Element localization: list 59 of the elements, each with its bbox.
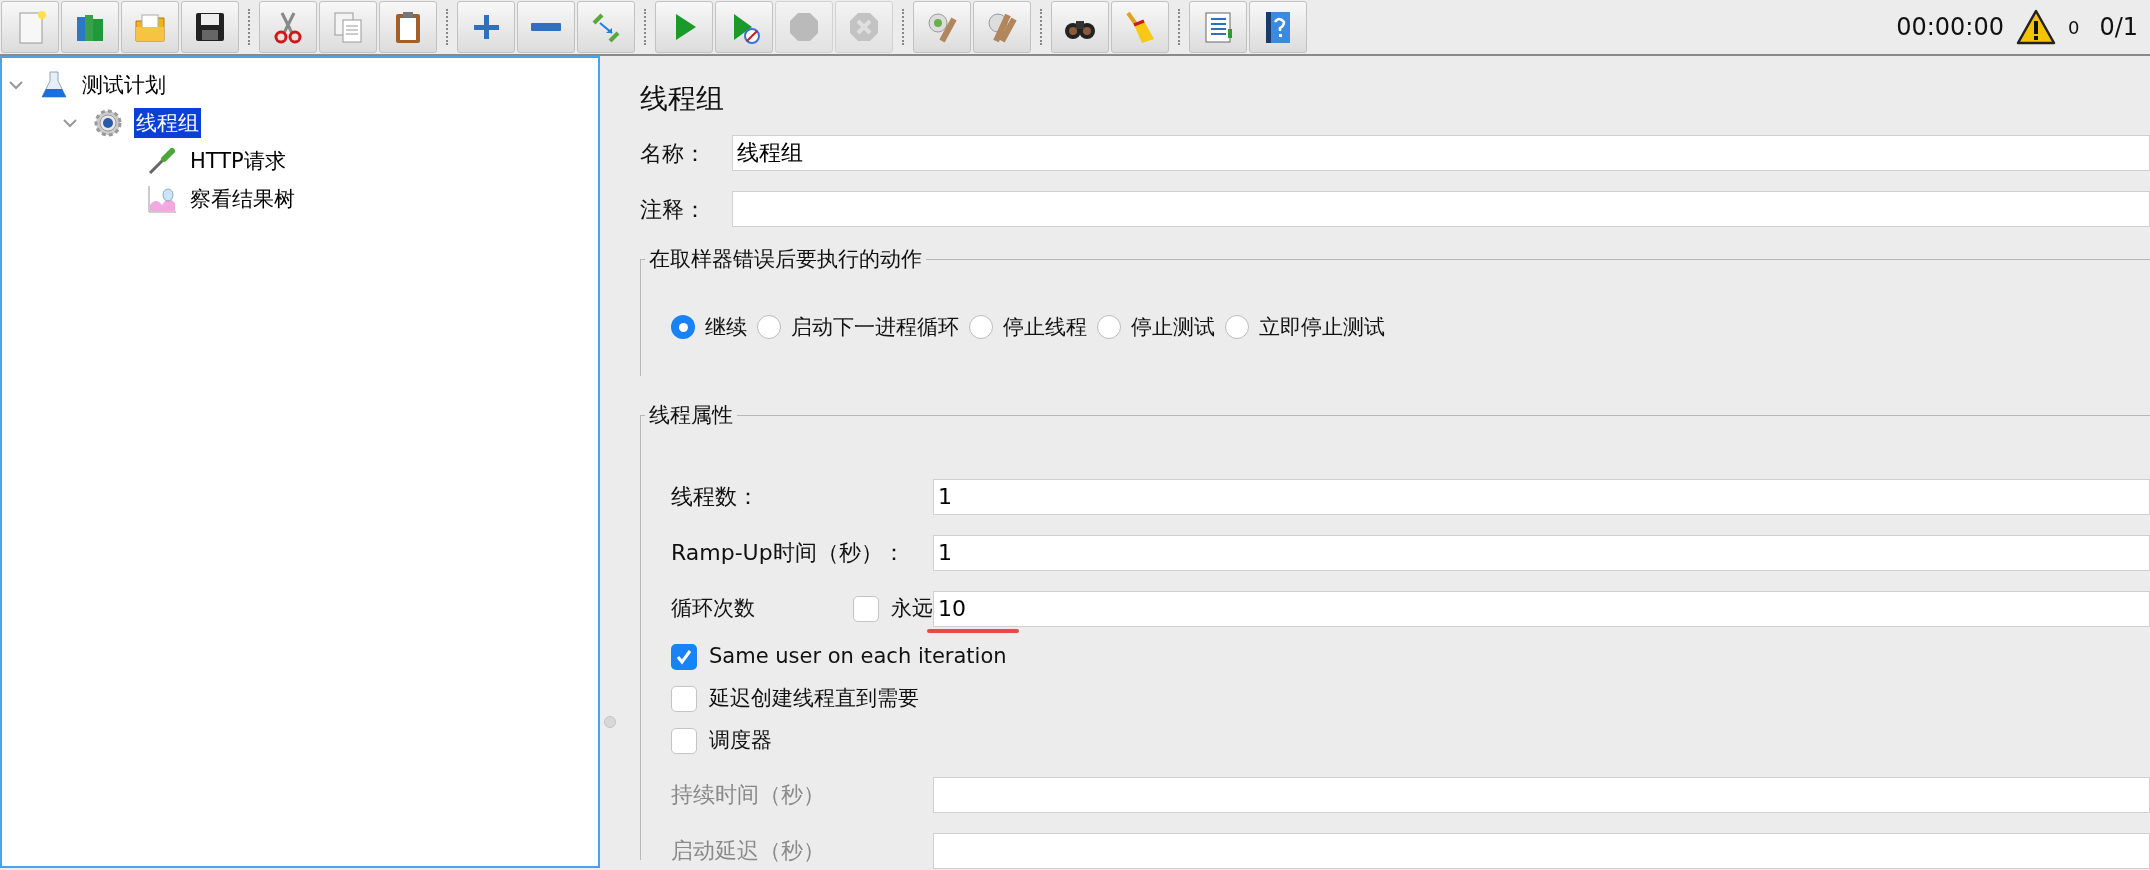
field-label: 名称： [640, 139, 707, 168]
checkbox-label[interactable]: 永远 [891, 592, 933, 625]
checkmark-icon [675, 647, 693, 666]
elapsed-time: 00:00:00 [1896, 12, 2004, 43]
flask-icon [38, 69, 70, 101]
plus-button[interactable] [457, 1, 515, 53]
list-button[interactable] [1189, 1, 1247, 53]
checkbox[interactable] [671, 685, 697, 712]
binoculars-button[interactable] [1051, 1, 1109, 53]
radio-label[interactable]: 停止线程 [1003, 311, 1087, 343]
radio-button[interactable] [969, 315, 993, 340]
group-legend: 线程属性 [645, 400, 737, 432]
checkbox[interactable] [853, 595, 879, 622]
group-legend: 在取样器错误后要执行的动作 [645, 244, 926, 276]
checkbox-label[interactable]: Same user on each iteration [709, 640, 1007, 673]
radio-button[interactable] [671, 315, 695, 340]
splitter-handle[interactable] [604, 716, 616, 728]
field-label: 启动延迟（秒） [671, 837, 826, 865]
radio-button[interactable] [1097, 315, 1121, 340]
checkbox-label[interactable]: 调度器 [709, 724, 772, 757]
clipboard-button[interactable] [379, 1, 437, 53]
comment-field[interactable] [732, 191, 2150, 227]
loop-count-field[interactable]: 10 [933, 590, 2150, 627]
radio-label[interactable]: 启动下一进程循环 [791, 311, 959, 343]
tree-item[interactable]: 线程组 [134, 108, 201, 138]
field-label: 线程数： [671, 483, 760, 511]
field-label: 持续时间（秒） [671, 781, 826, 809]
tree-item[interactable]: 察看结果树 [188, 184, 297, 214]
radio-label[interactable]: 立即停止测试 [1259, 311, 1385, 343]
name-field[interactable]: 线程组 [732, 135, 2150, 171]
radio-label[interactable]: 继续 [705, 311, 747, 343]
help-book-button[interactable] [1249, 1, 1307, 53]
field-label: 循环次数 [671, 594, 756, 622]
checkbox[interactable] [671, 727, 697, 754]
floppy-disk-button[interactable] [181, 1, 239, 53]
tree-item[interactable]: HTTP请求 [188, 146, 288, 176]
field-label: 注释： [640, 195, 707, 224]
checkbox-label[interactable]: 延迟创建线程直到需要 [709, 682, 919, 715]
radio-button[interactable] [1225, 315, 1249, 340]
field-label: Ramp-Up时间（秒）： [671, 539, 906, 567]
checkbox[interactable] [671, 643, 697, 670]
ramp-up-field[interactable]: 1 [933, 534, 2150, 571]
thread-count: 0/1 [2099, 12, 2138, 43]
tree-item[interactable]: 测试计划 [80, 70, 168, 100]
panel-title: 线程组 [640, 81, 725, 117]
radio-button[interactable] [757, 315, 781, 340]
gear-icon [92, 107, 124, 139]
warning-count: 0 [2067, 15, 2080, 40]
radio-label[interactable]: 停止测试 [1131, 311, 1215, 343]
warning-icon [2015, 9, 2056, 45]
play-button[interactable] [655, 1, 713, 53]
thread-count-field[interactable]: 1 [933, 478, 2150, 515]
books-button[interactable] [61, 1, 119, 53]
dropper-icon [146, 145, 178, 177]
play-no-sign-button[interactable] [715, 1, 773, 53]
minus-button[interactable] [517, 1, 575, 53]
minus-icon [531, 23, 561, 31]
scissors-button[interactable] [259, 1, 317, 53]
chart-icon [146, 183, 178, 215]
